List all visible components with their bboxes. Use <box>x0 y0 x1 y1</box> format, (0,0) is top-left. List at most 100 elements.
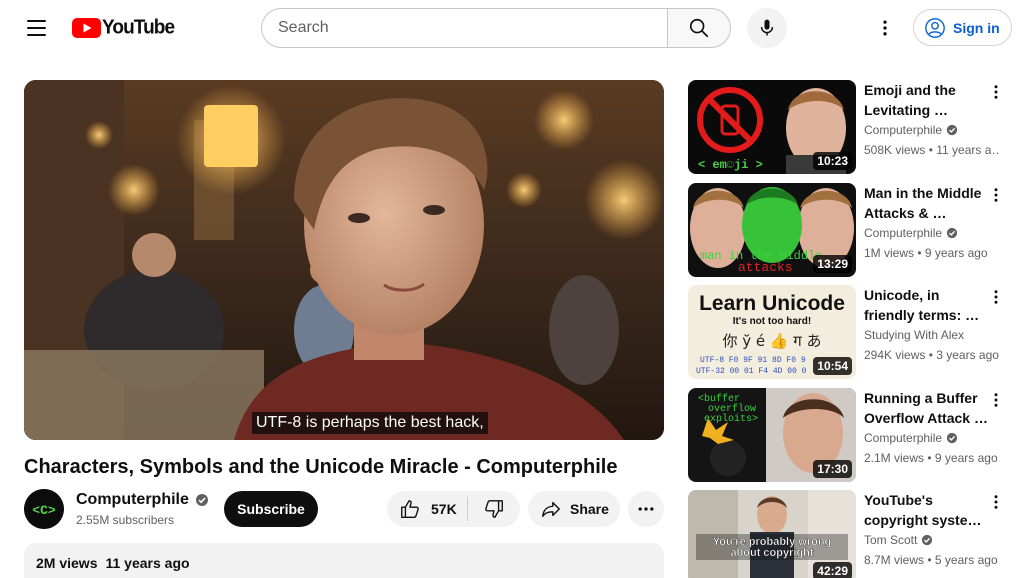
video-duration: 42:29 <box>813 562 852 578</box>
recommended-age: 11 years a… <box>936 143 1000 157</box>
mic-icon <box>760 19 774 36</box>
recommended-channel-row: Computerphile <box>864 431 958 445</box>
recommended-video[interactable]: < em☺ji > 10:23 Emoji and the Levitating… <box>688 80 1012 174</box>
description-box[interactable]: 2M views 11 years ago <box>24 543 664 578</box>
recommended-channel-name[interactable]: Tom Scott <box>864 533 917 547</box>
dislike-button[interactable] <box>468 491 520 527</box>
logo-wordmark: YouTube <box>102 16 175 39</box>
publish-date: 11 years ago <box>105 555 190 571</box>
video-duration: 10:23 <box>813 152 852 170</box>
share-label: Share <box>570 501 609 517</box>
account-icon <box>925 17 945 38</box>
recommended-video-meta: 1M views • 9 years ago <box>864 246 988 260</box>
recommended-video-title[interactable]: Man in the Middle Attacks & … <box>864 183 988 223</box>
video-duration: 13:29 <box>813 255 852 273</box>
video-thumbnail[interactable]: You're probably wrong about copyright 42… <box>688 490 856 578</box>
recommended-channel-row: Studying With Alex <box>864 328 964 342</box>
verified-icon <box>946 124 958 136</box>
verified-icon <box>921 534 933 546</box>
channel-avatar[interactable]: <C> <box>24 489 64 529</box>
recommended-channel-name[interactable]: Computerphile <box>864 226 942 240</box>
voice-search-button[interactable] <box>747 8 787 48</box>
video-thumbnail[interactable]: Learn Unicode It's not too hard! 你 ў é 👍… <box>688 285 856 379</box>
recommended-view-count: 294K views <box>864 348 926 362</box>
channel-avatar-text: <C> <box>32 503 56 518</box>
subscribe-button[interactable]: Subscribe <box>224 491 318 527</box>
thumb-text-2: attacks <box>738 260 793 275</box>
recommended-channel-name[interactable]: Studying With Alex <box>864 328 964 342</box>
video-meta: 2M views 11 years ago <box>36 555 190 571</box>
thumb-glyphs: 你 ў é 👍 ग あ <box>722 332 821 350</box>
video-thumbnail[interactable]: <buffer overflow exploits> 17:30 <box>688 388 856 482</box>
recommended-video[interactable]: You're probably wrong about copyright 42… <box>688 490 1012 578</box>
settings-more-button[interactable] <box>865 8 905 48</box>
search-box <box>261 8 668 48</box>
recommended-video[interactable]: <buffer overflow exploits> 17:30 Running… <box>688 388 1012 482</box>
channel-name[interactable]: Computerphile <box>76 491 189 509</box>
recommended-channel-row: Computerphile <box>864 226 958 240</box>
thumb-row-2: UTF-32 00 01 F4 4D 00 0 <box>696 367 807 376</box>
video-frame <box>24 80 664 440</box>
more-horiz-icon <box>638 507 654 511</box>
recommended-video-title[interactable]: Emoji and the Levitating … <box>864 80 988 120</box>
thumb-row-1: UTF-8 F0 9F 91 8D F0 9 <box>700 356 806 365</box>
more-vert-icon[interactable] <box>984 80 1008 104</box>
sign-in-label: Sign in <box>953 19 1000 36</box>
recommended-video[interactable]: Learn Unicode It's not too hard! 你 ў é 👍… <box>688 285 1012 379</box>
video-player[interactable]: UTF-8 is perhaps the best hack, <box>24 80 664 440</box>
verified-icon <box>195 493 209 507</box>
like-button[interactable]: 57K <box>387 491 467 527</box>
more-vert-icon <box>883 20 887 36</box>
more-vert-icon[interactable] <box>984 285 1008 309</box>
youtube-logo[interactable]: YouTube <box>72 16 175 39</box>
recommended-video-title[interactable]: YouTube's copyright syste… <box>864 490 988 530</box>
recommended-video[interactable]: man in the middle attacks 13:29 Man in t… <box>688 183 1012 277</box>
more-vert-icon[interactable] <box>984 183 1008 207</box>
recommended-view-count: 2.1M views <box>864 451 925 465</box>
recommended-video-title[interactable]: Unicode, in friendly terms: … <box>864 285 988 325</box>
thumbs-down-icon <box>485 500 503 518</box>
thumb-text-2: about copyright <box>730 547 813 559</box>
recommended-video-title[interactable]: Running a Buffer Overflow Attack … <box>864 388 988 428</box>
subscriber-count: 2.55M subscribers <box>76 513 175 527</box>
verified-icon <box>946 227 958 239</box>
channel-name-row: Computerphile <box>76 491 209 509</box>
video-title: Characters, Symbols and the Unicode Mira… <box>24 456 618 478</box>
recommended-channel-name[interactable]: Computerphile <box>864 431 942 445</box>
video-duration: 17:30 <box>813 460 852 478</box>
video-thumbnail[interactable]: < em☺ji > 10:23 <box>688 80 856 174</box>
search-icon <box>689 18 709 38</box>
like-count: 57K <box>431 501 457 517</box>
recommended-channel-name[interactable]: Computerphile <box>864 123 942 137</box>
recommended-video-meta: 294K views • 3 years ago <box>864 348 999 362</box>
search-button[interactable] <box>667 8 731 48</box>
search-input[interactable] <box>278 9 648 47</box>
thumb-subtitle: It's not too hard! <box>733 316 811 327</box>
view-count: 2M views <box>36 555 98 571</box>
channel-logo-icon: <C> <box>24 489 64 529</box>
masthead: YouTube Sign in <box>0 0 1028 56</box>
hamburger-icon[interactable] <box>16 8 56 48</box>
recommended-channel-row: Tom Scott <box>864 533 933 547</box>
video-duration: 10:54 <box>813 357 852 375</box>
recommended-view-count: 508K views <box>864 143 926 157</box>
video-caption: UTF-8 is perhaps the best hack, <box>252 412 488 434</box>
share-button[interactable]: Share <box>528 491 620 527</box>
more-vert-icon[interactable] <box>984 388 1008 412</box>
video-thumbnail[interactable]: man in the middle attacks 13:29 <box>688 183 856 277</box>
thumb-text: < em☺ji > <box>698 158 763 172</box>
recommended-age: 9 years ago <box>934 451 998 465</box>
recommended-view-count: 1M views <box>864 246 915 260</box>
recommended-age: 9 years ago <box>924 246 988 260</box>
youtube-play-icon <box>72 18 101 38</box>
thumb-title: Learn Unicode <box>699 292 845 315</box>
recommended-view-count: 8.7M views <box>864 553 925 567</box>
verified-icon <box>946 432 958 444</box>
sign-in-button[interactable]: Sign in <box>913 9 1012 46</box>
recommended-video-meta: 2.1M views • 9 years ago <box>864 451 998 465</box>
share-icon <box>542 501 560 518</box>
recommended-channel-row: Computerphile <box>864 123 958 137</box>
thumb-text-3: exploits> <box>704 413 758 425</box>
more-actions-button[interactable] <box>628 491 664 527</box>
more-vert-icon[interactable] <box>984 490 1008 514</box>
